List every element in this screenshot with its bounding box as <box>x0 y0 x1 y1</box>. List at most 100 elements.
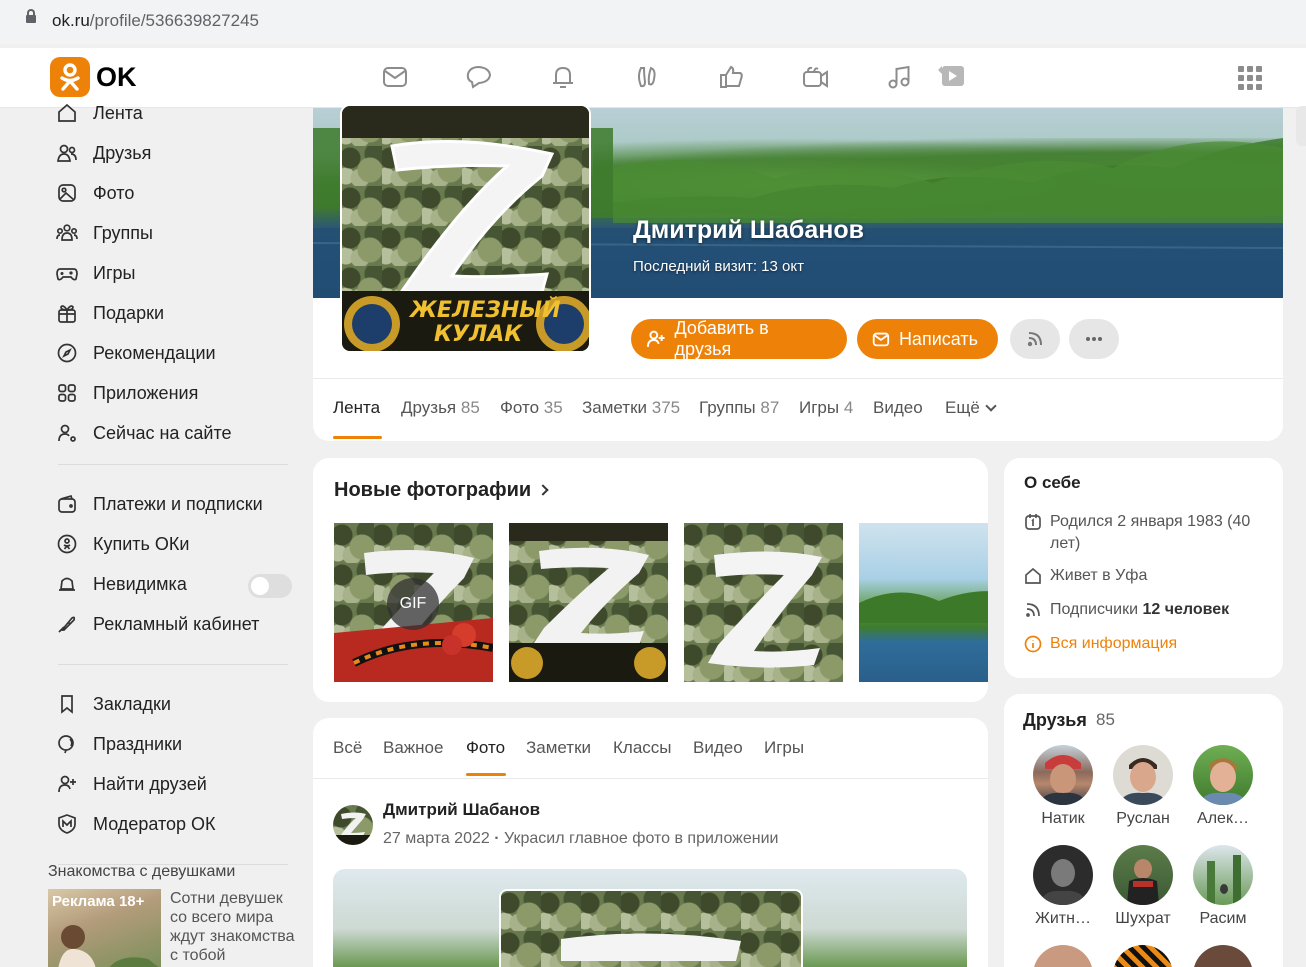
friend-avatar <box>1113 945 1173 967</box>
friend-card[interactable] <box>1108 945 1178 967</box>
friend-card[interactable] <box>1028 945 1098 967</box>
tab-video[interactable]: Видео <box>873 398 923 418</box>
friend-card[interactable]: Шухрат <box>1108 845 1178 928</box>
post-author-avatar[interactable] <box>333 805 373 845</box>
tab-games[interactable]: Игры 4 <box>799 398 853 418</box>
sidebar-item-bookmarks[interactable]: Закладки <box>48 689 296 719</box>
feed-tab-likes[interactable]: Классы <box>613 738 672 758</box>
invisible-toggle[interactable] <box>248 574 292 598</box>
z-symbol-image <box>509 523 668 682</box>
sidebar-item-games[interactable]: Игры <box>48 258 296 288</box>
video-icon[interactable] <box>800 62 834 94</box>
browser-address-bar[interactable]: ok.ru/profile/536639827245 <box>0 0 1306 44</box>
ads-icon <box>56 613 78 635</box>
sidebar-item-online[interactable]: Сейчас на сайте <box>48 418 296 448</box>
friend-avatar <box>1193 845 1253 905</box>
sidebar-item-ad-cabinet[interactable]: Рекламный кабинет <box>48 609 296 639</box>
sidebar-item-friends[interactable]: Друзья <box>48 138 296 168</box>
all-info-link[interactable]: Вся информация <box>1024 633 1177 655</box>
scroll-stub <box>1296 106 1306 146</box>
music-icon[interactable] <box>884 62 918 94</box>
bookmark-icon <box>56 693 78 715</box>
photo-thumbnail[interactable]: GIF <box>334 523 493 682</box>
new-photos-title[interactable]: Новые фотографии <box>334 479 549 502</box>
city-link[interactable]: Уфа <box>1115 565 1147 587</box>
chevron-right-icon <box>537 484 549 496</box>
sidebar-item-holidays[interactable]: Праздники <box>48 729 296 759</box>
envelope-icon <box>872 332 890 347</box>
friend-card[interactable]: Руслан <box>1108 745 1178 828</box>
photo-thumbnail[interactable] <box>859 523 988 682</box>
tab-friends[interactable]: Друзья 85 <box>401 398 480 418</box>
video-play-icon[interactable] <box>936 62 970 94</box>
compass-icon <box>56 342 78 364</box>
write-message-button[interactable]: Написать <box>857 319 998 359</box>
sidebar-item-apps[interactable]: Приложения <box>48 378 296 408</box>
friend-card[interactable]: Алек… <box>1188 745 1258 828</box>
add-friend-button[interactable]: Добавить в друзья <box>631 318 847 359</box>
lock-icon <box>26 9 36 23</box>
logo-text[interactable]: OK <box>96 62 137 93</box>
feed-tab-video[interactable]: Видео <box>693 738 743 758</box>
sidebar-item-buy-oki[interactable]: Купить ОКи <box>48 529 296 559</box>
friend-card[interactable]: Натик <box>1028 745 1098 828</box>
add-friend-icon <box>56 773 78 795</box>
tab-photos[interactable]: Фото 35 <box>500 398 563 418</box>
photo-thumbnail[interactable] <box>509 523 668 682</box>
post-author-name[interactable]: Дмитрий Шабанов <box>383 800 540 820</box>
feed-tab-notes[interactable]: Заметки <box>526 738 591 758</box>
sidebar-item-groups[interactable]: Группы <box>48 218 296 248</box>
sidebar-item-feed[interactable]: Лента <box>48 98 296 128</box>
sidebar-item-gifts[interactable]: Подарки <box>48 298 296 328</box>
messages-icon[interactable] <box>380 62 414 94</box>
tab-more[interactable]: Ещё <box>945 398 997 418</box>
friend-avatar <box>1033 945 1093 967</box>
friend-card[interactable] <box>1188 945 1258 967</box>
invisible-icon <box>56 573 78 595</box>
url-text[interactable]: ok.ru/profile/536639827245 <box>52 11 259 31</box>
about-card: О себе Родился 2 января 1983 (40 лет) Жи… <box>1004 458 1283 678</box>
ad-text[interactable]: Сотни девушек со всего мира ждут знакомс… <box>170 889 300 965</box>
friend-card[interactable]: Житн… <box>1028 845 1098 928</box>
feed-tab-photo[interactable]: Фото <box>466 738 505 758</box>
ad-image[interactable]: Реклама 18+ <box>48 889 161 967</box>
feed-tab-important[interactable]: Важное <box>383 738 443 758</box>
avatar-caption-line2: КУЛАК <box>434 322 523 347</box>
tab-feed[interactable]: Лента <box>333 398 380 418</box>
about-birthday: Родился 2 января 1983 (40 лет) <box>1024 511 1269 555</box>
more-actions-button[interactable] <box>1069 319 1119 359</box>
profile-avatar[interactable]: ЖЕЛЕЗНЫЙ КУЛАК <box>340 104 591 353</box>
lake-landscape-image <box>859 591 988 623</box>
feed-card: Всё Важное Фото Заметки Классы Видео Игр… <box>313 718 988 967</box>
ok-logo-icon[interactable] <box>50 57 90 97</box>
about-subscribers[interactable]: Подписчики 12 человек <box>1024 599 1229 621</box>
post-meta: 27 марта 2022 · Украсил главное фото в п… <box>383 830 779 847</box>
add-friend-icon <box>646 330 665 347</box>
friends-count: 85 <box>1096 710 1115 729</box>
gift-icon <box>56 302 78 324</box>
tab-notes[interactable]: Заметки 375 <box>582 398 680 418</box>
subscribe-button[interactable] <box>1010 319 1060 359</box>
more-dots-icon <box>1086 337 1102 341</box>
tab-groups[interactable]: Группы 87 <box>699 398 779 418</box>
sidebar-item-recommendations[interactable]: Рекомендации <box>48 338 296 368</box>
feed-tab-games[interactable]: Игры <box>764 738 804 758</box>
ratings-icon[interactable] <box>716 62 750 94</box>
sidebar-item-payments[interactable]: Платежи и подписки <box>48 489 296 519</box>
friend-card[interactable]: Расим <box>1188 845 1258 928</box>
feed-tab-all[interactable]: Всё <box>333 738 362 758</box>
notifications-icon[interactable] <box>548 62 582 94</box>
photo-thumbnail[interactable] <box>684 523 843 682</box>
moderator-icon <box>56 813 78 835</box>
friends-title[interactable]: Друзья <box>1023 710 1087 731</box>
ad-title[interactable]: Знакомства с девушками <box>48 863 235 881</box>
post-image[interactable] <box>333 869 967 967</box>
sidebar-item-photo[interactable]: Фото <box>48 178 296 208</box>
sidebar-item-find-friends[interactable]: Найти друзей <box>48 769 296 799</box>
feed-divider <box>313 778 988 779</box>
friends-icon <box>56 142 78 164</box>
sidebar-item-moderator[interactable]: Модератор ОК <box>48 809 296 839</box>
discussions-icon[interactable] <box>464 62 498 94</box>
guests-icon[interactable] <box>632 62 666 94</box>
apps-icon <box>56 382 78 404</box>
